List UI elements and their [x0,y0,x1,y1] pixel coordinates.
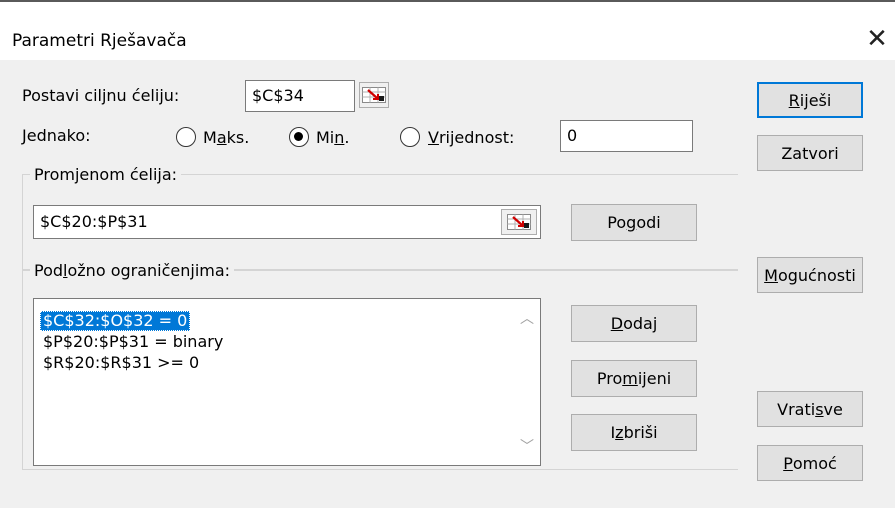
help-button[interactable]: Pomoć [757,445,863,481]
scroll-up-icon[interactable]: ︿ [514,307,540,329]
changing-cells-label: Promjenom ćelija: [30,165,182,184]
reset-all-button[interactable]: Vrati s ve [757,391,863,427]
add-constraint-button[interactable]: Dodaj [571,305,697,342]
radio-max-label: Maks. [203,128,250,147]
target-cell-input[interactable]: $C$34 [245,80,355,112]
constraints-list[interactable]: $C$32:$O$32 = 0 $P$20:$P$31 = binary $R$… [33,298,541,466]
close-button[interactable]: Zatvori [757,135,863,171]
options-button[interactable]: Mogućnosti [757,257,863,293]
dialog-title: Parametri Rješavača [12,31,187,51]
guess-button[interactable]: Po g odi [571,204,697,241]
range-select-icon [362,87,386,103]
delete-constraint-button[interactable]: Iz briši [571,414,697,451]
radio-min[interactable] [289,127,309,147]
changing-cells-ref-button[interactable] [501,209,537,235]
radio-min-label: Min. [316,128,350,147]
solve-button[interactable]: Riješi [757,82,863,118]
radio-max[interactable] [176,127,196,147]
constraints-scrollbar[interactable]: ︿ ﹀ [514,299,540,465]
constraint-item[interactable]: $C$32:$O$32 = 0 [40,311,191,331]
target-cell-label: Postavi ciljnu ćeliju: [22,86,180,105]
title-bar: Parametri Rješavača ✕ [0,2,895,60]
radio-value-of-label: Vrijednost: [428,128,515,147]
constraints-label: Podložno ograničenjima: [30,261,235,280]
equal-to-label: Jednako: [22,126,91,145]
constraint-item[interactable]: $R$20:$R$31 >= 0 [40,353,202,373]
scroll-down-icon[interactable]: ﹀ [514,435,540,457]
value-of-input[interactable]: 0 [560,120,693,152]
constraint-item[interactable]: $P$20:$P$31 = binary [40,332,226,352]
change-constraint-button[interactable]: Pro m ijeni [571,360,697,397]
close-icon[interactable]: ✕ [862,22,892,56]
target-cell-ref-button[interactable] [359,82,389,108]
changing-cells-input[interactable]: $C$20:$P$31 [33,205,541,239]
radio-value-of[interactable] [400,127,420,147]
range-select-icon [507,214,531,230]
